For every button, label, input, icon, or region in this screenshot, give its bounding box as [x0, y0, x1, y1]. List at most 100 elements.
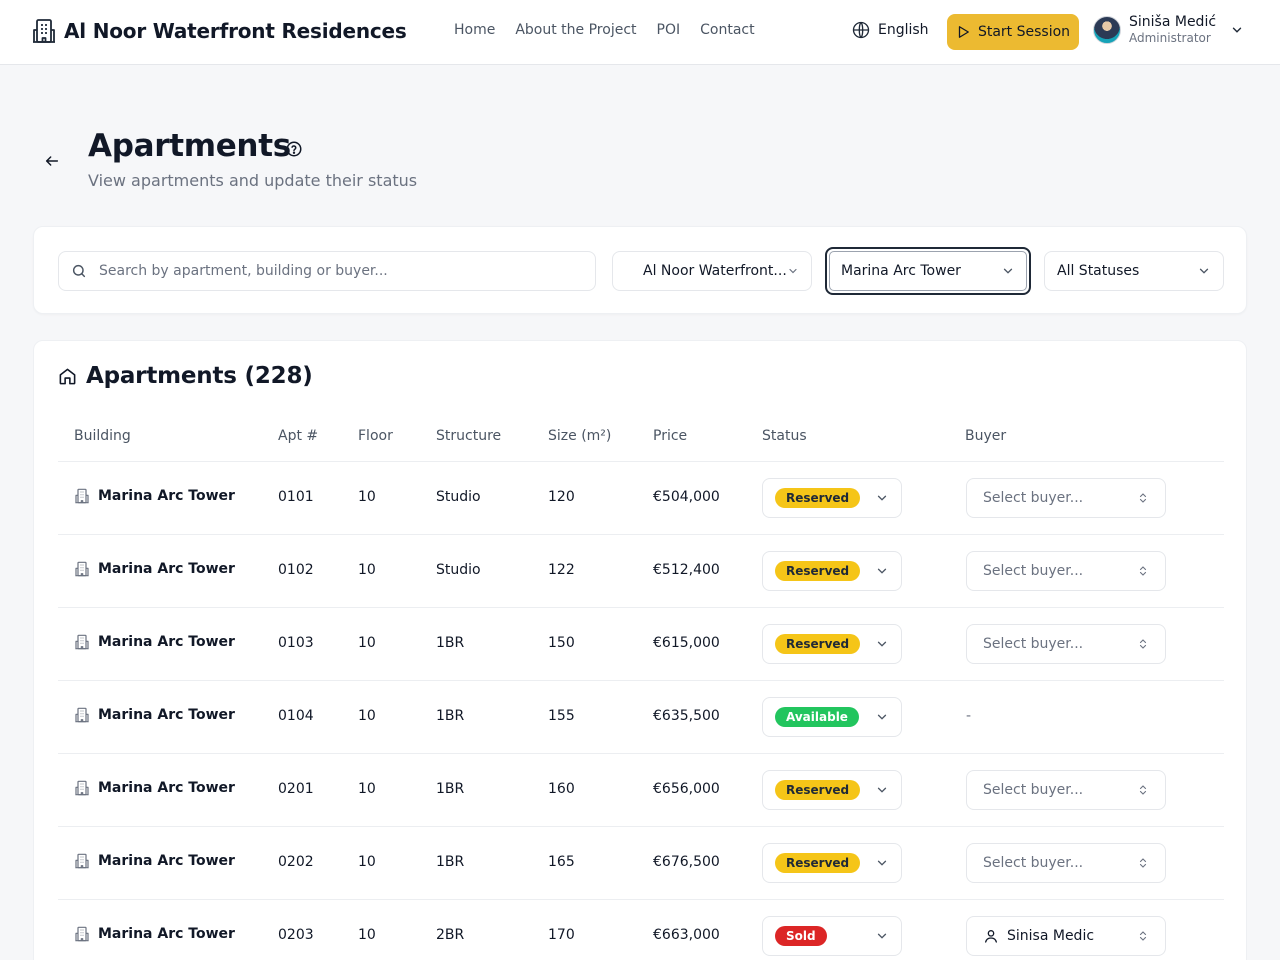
- chevron-up-down-icon: [1139, 858, 1147, 868]
- floor: 10: [358, 708, 376, 724]
- structure: 1BR: [436, 635, 465, 651]
- building-icon: [75, 488, 89, 504]
- language-label: English: [878, 22, 929, 38]
- project-select[interactable]: Al Noor Waterfront...: [612, 251, 812, 291]
- table-row: Marina Arc Tower 0104 10 1BR 155 €635,500 Avai…: [58, 680, 1224, 753]
- status-select[interactable]: Reserved: [762, 843, 902, 883]
- avatar: [1093, 15, 1121, 44]
- building-cell: Marina Arc Tower: [74, 488, 235, 504]
- chevron-down-icon: [877, 860, 887, 866]
- building-name: Marina Arc Tower: [98, 488, 235, 504]
- buyer-select-placeholder: Select buyer...: [983, 563, 1084, 579]
- apt-number: 0102: [278, 562, 314, 578]
- nav-poi[interactable]: POI: [657, 22, 681, 38]
- user-icon: [985, 930, 997, 943]
- buyer-select-placeholder: Select buyer...: [983, 636, 1084, 652]
- back-button[interactable]: [42, 151, 62, 171]
- search-icon: [72, 264, 86, 278]
- col-size[interactable]: Size (m²): [548, 428, 611, 444]
- chevron-up-down-icon: [1139, 493, 1147, 503]
- status-select[interactable]: Available: [762, 697, 902, 737]
- help-circle-icon[interactable]: [285, 140, 303, 158]
- apt-number: 0201: [278, 781, 314, 797]
- building-icon: [75, 561, 89, 577]
- structure: 1BR: [436, 854, 465, 870]
- status-select[interactable]: Sold: [762, 916, 902, 956]
- col-apt[interactable]: Apt #: [278, 428, 318, 444]
- status-badge: Reserved: [775, 853, 861, 873]
- nav-about[interactable]: About the Project: [515, 22, 636, 38]
- chevron-down-icon: [877, 714, 887, 720]
- status-badge: Reserved: [775, 488, 861, 508]
- apt-number: 0101: [278, 489, 314, 505]
- col-status[interactable]: Status: [762, 428, 807, 444]
- table-row: Marina Arc Tower 0101 10 Studio 120 €504,000 R…: [58, 461, 1224, 534]
- col-structure[interactable]: Structure: [436, 428, 501, 444]
- globe-icon: [852, 21, 870, 39]
- chevron-up-down-icon: [1139, 931, 1147, 941]
- building-icon: [75, 926, 89, 942]
- status-badge: Reserved: [775, 634, 861, 654]
- status-badge: Reserved: [775, 780, 861, 800]
- top-navbar: Al Noor Waterfront Residences Home About…: [0, 0, 1280, 65]
- building-cell: Marina Arc Tower: [74, 707, 235, 723]
- building-cell: Marina Arc Tower: [74, 853, 235, 869]
- search-input[interactable]: [99, 263, 569, 279]
- status-select[interactable]: Reserved: [762, 551, 902, 591]
- status-select[interactable]: Reserved: [762, 478, 902, 518]
- buyer-select-placeholder: Select buyer...: [983, 782, 1084, 798]
- building-name: Marina Arc Tower: [98, 634, 235, 650]
- apt-number: 0103: [278, 635, 314, 651]
- col-floor[interactable]: Floor: [358, 428, 393, 444]
- brand[interactable]: Al Noor Waterfront Residences: [32, 18, 407, 44]
- col-building[interactable]: Building: [74, 428, 131, 444]
- table-title-label: Apartments (228): [86, 363, 313, 389]
- chevron-down-icon: [789, 268, 797, 274]
- status-badge: Sold: [775, 926, 827, 946]
- building-cell: Marina Arc Tower: [74, 561, 235, 577]
- nav-contact[interactable]: Contact: [700, 22, 754, 38]
- col-price[interactable]: Price: [653, 428, 687, 444]
- table-row: Marina Arc Tower 0102 10 Studio 122 €512,400 R…: [58, 534, 1224, 607]
- floor: 10: [358, 489, 376, 505]
- buyer-select[interactable]: Select buyer...: [966, 551, 1166, 591]
- start-session-button[interactable]: Start Session: [947, 14, 1079, 50]
- search-box[interactable]: [58, 251, 596, 291]
- user-role: Administrator: [1129, 30, 1211, 45]
- buyer-select[interactable]: Sinisa Medic: [966, 916, 1166, 956]
- buyer-select[interactable]: Select buyer...: [966, 770, 1166, 810]
- size: 160: [548, 781, 575, 797]
- buyer-select[interactable]: Select buyer...: [966, 843, 1166, 883]
- chevron-down-icon: [877, 933, 887, 939]
- floor: 10: [358, 562, 376, 578]
- buyer-select[interactable]: Select buyer...: [966, 478, 1166, 518]
- language-switcher[interactable]: English: [852, 21, 929, 39]
- size: 120: [548, 489, 575, 505]
- structure: 1BR: [436, 781, 465, 797]
- table-row: Marina Arc Tower 0203 10 2BR 170 €663,000 Sold…: [58, 899, 1224, 960]
- status-filter-select[interactable]: All Statuses: [1044, 251, 1224, 291]
- building-icon: [75, 853, 89, 869]
- status-select[interactable]: Reserved: [762, 770, 902, 810]
- size: 165: [548, 854, 575, 870]
- floor: 10: [358, 781, 376, 797]
- building-select[interactable]: Marina Arc Tower: [825, 247, 1031, 295]
- price: €676,500: [653, 854, 720, 870]
- buyer-select-placeholder: Select buyer...: [983, 490, 1084, 506]
- table-title: Apartments (228): [58, 363, 313, 389]
- col-buyer[interactable]: Buyer: [965, 428, 1006, 444]
- price: €615,000: [653, 635, 720, 651]
- chevron-down-icon: [877, 787, 887, 793]
- building-icon: [75, 707, 89, 723]
- buyer-select[interactable]: Select buyer...: [966, 624, 1166, 664]
- building-name: Marina Arc Tower: [98, 561, 235, 577]
- nav-home[interactable]: Home: [454, 22, 495, 38]
- price: €504,000: [653, 489, 720, 505]
- chevron-down-icon: [877, 568, 887, 574]
- price: €663,000: [653, 927, 720, 943]
- user-menu[interactable]: Siniša Medić Administrator: [1093, 14, 1244, 45]
- main-nav: Home About the Project POI Contact: [454, 22, 755, 38]
- status-badge: Available: [775, 707, 859, 727]
- structure: 2BR: [436, 927, 465, 943]
- status-select[interactable]: Reserved: [762, 624, 902, 664]
